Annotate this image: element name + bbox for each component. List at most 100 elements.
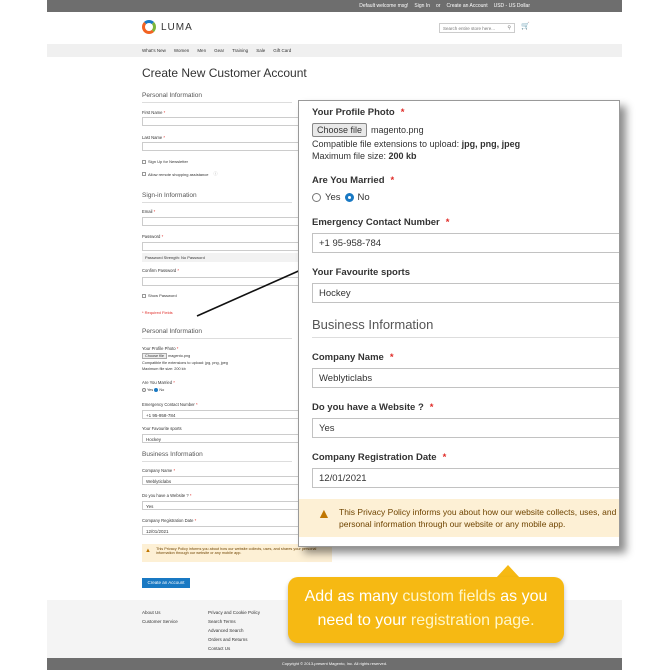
footer-link-orders-returns[interactable]: Orders and Returns (208, 635, 260, 644)
company-name-field[interactable]: Weblyticlabs (312, 368, 619, 388)
married-no-label: No (357, 192, 370, 203)
callout-connector-line (196, 268, 304, 317)
yes-label-small: Yes (147, 388, 154, 392)
welcome-message: Default welcome msg! (359, 3, 409, 9)
currency-switcher[interactable]: USD - US Dollar (494, 3, 530, 9)
remote-assist-checkbox[interactable]: Allow remote shopping assistance ⓘ (142, 171, 217, 177)
nav-item-training[interactable]: Training (232, 48, 248, 53)
nav-item-gear[interactable]: Gear (214, 48, 224, 53)
signin-info-title: Sign-in Information (142, 192, 197, 199)
sports-label-small: Your Favourite sports (142, 426, 182, 431)
show-password-label: Show Password (148, 293, 177, 298)
banner-highlight-2: registration page. (410, 612, 535, 629)
nav-item-men[interactable]: Men (197, 48, 206, 53)
footer-link-advanced-search[interactable]: Advanced Search (208, 626, 260, 635)
first-name-field[interactable] (142, 117, 312, 126)
privacy-text-small: This Privacy Policy informs you about ho… (156, 547, 317, 555)
section-divider (142, 338, 292, 339)
search-icon[interactable]: ⚲ (507, 25, 511, 31)
required-fields-note: * Required Fields (142, 310, 173, 315)
website-field-small[interactable]: Yes (142, 501, 312, 510)
company-name-field-small[interactable]: Weblyticlabs (142, 476, 312, 485)
business-info-title: Business Information (312, 317, 434, 332)
warning-icon: ▲ (317, 505, 331, 521)
banner-text-1a: Add as many (304, 588, 403, 605)
promo-banner: Add as many custom fields as you need to… (288, 577, 564, 643)
registration-date-field[interactable]: 12/01/2021 (312, 468, 619, 488)
favourite-sports-field[interactable]: Hockey (312, 283, 619, 303)
sign-in-link[interactable]: Sign In (414, 3, 430, 9)
married-yes-radio-small[interactable] (142, 388, 146, 392)
banner-highlight-1: custom fields (402, 588, 496, 605)
email-field[interactable] (142, 217, 312, 226)
last-name-field[interactable] (142, 142, 312, 151)
registration-date-label: Company Registration Date (312, 452, 437, 463)
married-no-radio-small[interactable] (154, 388, 159, 392)
footer-link-privacy[interactable]: Privacy and Cookie Policy (208, 608, 260, 617)
create-account-button[interactable]: Create an Account (142, 578, 190, 588)
or-text: or (436, 3, 441, 9)
logo[interactable]: LUMA (142, 20, 193, 34)
banner-text-2a: need to your (317, 612, 411, 629)
search-input[interactable]: Search entire store here... ⚲ (439, 23, 515, 33)
favourite-sports-label: Your Favourite sports (312, 267, 411, 278)
remote-assist-label: Allow remote shopping assistance (148, 171, 209, 177)
choose-file-button[interactable]: Choose file (312, 123, 368, 137)
married-label-small: Are You Married (142, 380, 173, 385)
file-ext-values: jpg, png, jpeg (461, 139, 521, 149)
website-label: Do you have a Website ? (312, 402, 424, 413)
emergency-contact-label: Emergency Contact Number (312, 217, 440, 228)
footer-link-about-us[interactable]: About Us (142, 608, 178, 617)
choose-file-button-small[interactable]: Choose file (142, 353, 167, 359)
last-name-label: Last Name (142, 135, 163, 140)
file-name: magento.png (371, 125, 424, 135)
website-field[interactable]: Yes (312, 418, 619, 438)
cart-icon[interactable]: 🛒 (521, 22, 530, 30)
show-password-checkbox[interactable]: Show Password (142, 293, 177, 298)
nav-item-sale[interactable]: Sale (256, 48, 265, 53)
file-size-prefix: Maximum file size: (312, 151, 389, 161)
create-account-link[interactable]: Create an Account (446, 3, 487, 9)
website-label-small: Do you have a Website ? (142, 493, 189, 498)
footer-link-customer-service[interactable]: Customer Service (142, 617, 178, 626)
nav-item-women[interactable]: Women (174, 48, 189, 53)
luma-logo-icon (142, 20, 156, 34)
footer-link-search-terms[interactable]: Search Terms (208, 617, 260, 626)
section-divider (142, 102, 292, 103)
newsletter-checkbox[interactable]: Sign Up for Newsletter (142, 159, 188, 164)
section-divider (142, 461, 292, 462)
help-icon[interactable]: ⓘ (213, 171, 217, 177)
top-bar: Default welcome msg! Sign In or Create a… (47, 0, 622, 12)
privacy-text-line2: personal information through our website… (339, 519, 566, 529)
married-yes-radio[interactable] (312, 193, 321, 202)
company-name-label: Company Name (312, 352, 384, 363)
privacy-notice: ▲ This Privacy Policy informs you about … (299, 499, 619, 537)
zoomed-form-panel: Your Profile Photo * Choose file magento.… (298, 100, 620, 547)
reg-date-field-small[interactable]: 12/01/2021 (142, 526, 312, 535)
password-field[interactable] (142, 242, 312, 251)
main-nav: What's New Women Men Gear Training Sale … (47, 44, 622, 57)
file-ext-note-small: Compatible file extensions to upload: jp… (142, 361, 228, 365)
personal-info-title: Personal Information (142, 92, 202, 99)
section-divider (142, 202, 292, 203)
married-label: Are You Married (312, 175, 385, 186)
warning-icon: ▲ (145, 548, 151, 554)
confirm-password-label: Confirm Password (142, 268, 177, 273)
emergency-field-small[interactable]: +1 95-958-784 (142, 410, 312, 419)
nav-item-gift-card[interactable]: Gift Card (273, 48, 291, 53)
file-ext-prefix: Compatible file extensions to upload: (312, 139, 462, 149)
nav-item-whats-new[interactable]: What's New (142, 48, 166, 53)
no-label-small: No (159, 388, 165, 392)
search-placeholder: Search entire store here... (443, 26, 496, 31)
emergency-contact-field[interactable]: +1 95-958-784 (312, 233, 619, 253)
married-no-radio[interactable] (344, 193, 354, 202)
copyright: Copyright © 2013-present Magento, Inc. A… (47, 658, 622, 670)
newsletter-label: Sign Up for Newsletter (148, 159, 189, 164)
password-label: Password (142, 234, 161, 239)
sports-field-small[interactable]: Hockey (142, 434, 312, 443)
file-size-note-small: Maximum file size: 200 kb (142, 367, 186, 371)
banner-text-1b: as you (495, 588, 548, 605)
married-yes-label: Yes (325, 192, 341, 203)
file-name-small: magento.png (168, 354, 191, 358)
footer-link-contact-us[interactable]: Contact Us (208, 644, 260, 653)
